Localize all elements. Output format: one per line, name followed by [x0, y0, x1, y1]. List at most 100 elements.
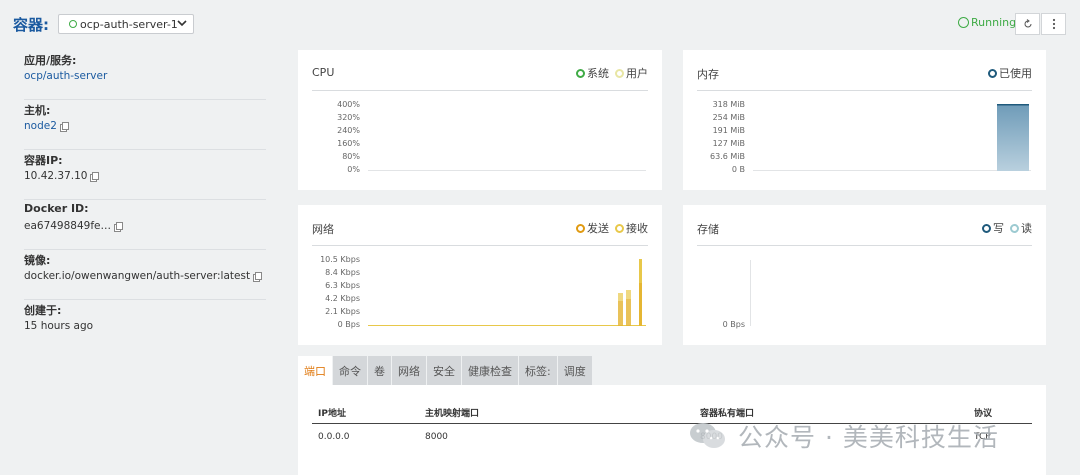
tab-1[interactable]: 命令: [333, 356, 367, 385]
page-title: 容器:: [13, 16, 49, 34]
network-legend: 发送 接收: [576, 220, 648, 236]
refresh-button[interactable]: [1015, 13, 1040, 35]
memory-card: 内存 已使用 318 MiB 254 MiB 191 MiB 127 MiB 6…: [683, 50, 1046, 190]
tab-5[interactable]: 健康检查: [462, 356, 518, 385]
more-vertical-icon: [1052, 18, 1055, 30]
info-field: 主机: node2: [24, 100, 266, 150]
cell-ip: 0.0.0.0: [318, 432, 350, 442]
copy-icon[interactable]: [59, 122, 69, 132]
legend-send-label: 发送: [587, 222, 609, 235]
info-field-value: docker.io/owenwangwen/auth-server:latest: [24, 270, 266, 282]
y-tick: 160%: [337, 139, 360, 148]
legend-read-label: 读: [1021, 222, 1032, 235]
tab-4[interactable]: 安全: [427, 356, 461, 385]
tab-6[interactable]: 标签:: [519, 356, 557, 385]
memory-baseline: [753, 170, 1031, 171]
info-field-text: docker.io/owenwangwen/auth-server:latest: [24, 270, 251, 282]
memory-legend: 已使用: [988, 65, 1032, 81]
cpu-legend: 系统 用户: [576, 65, 648, 81]
y-tick: 80%: [342, 152, 360, 161]
y-tick: 254 MiB: [712, 113, 745, 122]
page-header: 容器: ocp-auth-server-1 Running: [0, 0, 1080, 48]
tab-3[interactable]: 网络: [392, 356, 426, 385]
info-field-text: ocp/auth-server: [24, 70, 108, 82]
legend-user-icon: [615, 68, 624, 78]
y-tick: 6.3 Kbps: [325, 281, 360, 290]
container-info-sidebar: 应用/服务: ocp/auth-server 主机: node2 容器IP: 10.42.…: [24, 50, 266, 350]
y-tick: 0 Bps: [722, 320, 745, 329]
network-card-title: 网络: [312, 223, 334, 236]
y-tick: 8.4 Kbps: [325, 268, 360, 277]
copy-icon[interactable]: [253, 272, 263, 282]
legend-system-label: 系统: [587, 67, 609, 80]
network-baseline: [368, 325, 646, 326]
y-tick: 63.6 MiB: [710, 152, 745, 161]
wechat-logo-icon: [690, 423, 725, 448]
info-field-label: Docker ID:: [24, 202, 89, 215]
y-tick: 191 MiB: [712, 126, 745, 135]
legend-item-user[interactable]: 用户: [615, 65, 648, 81]
info-field-text: 10.42.37.10: [24, 170, 88, 182]
info-field-label: 应用/服务:: [24, 54, 77, 67]
legend-receive-label: 接收: [626, 222, 648, 235]
tab-2[interactable]: 卷: [368, 356, 391, 385]
running-status-icon: [958, 17, 969, 28]
column-header-host-port: 主机映射端口: [425, 409, 480, 419]
y-tick: 318 MiB: [712, 100, 745, 109]
legend-item-send[interactable]: 发送: [576, 220, 609, 236]
info-field-link[interactable]: node2: [24, 120, 266, 132]
storage-card: 存储 写 读 0 Bps: [683, 205, 1046, 345]
y-tick: 2.1 Kbps: [325, 307, 360, 316]
tab-7[interactable]: 调度: [557, 356, 592, 385]
y-tick: 0%: [347, 165, 360, 174]
container-select-value: ocp-auth-server-1: [80, 17, 178, 31]
info-field: 创建于: 15 hours ago: [24, 300, 266, 350]
cpu-baseline: [368, 170, 646, 171]
legend-write-icon: [982, 223, 991, 233]
watermark: 公众号 · 美美科技生活: [688, 418, 999, 454]
chevron-down-icon: [177, 20, 187, 27]
info-field-value: ea67498849fe…: [24, 220, 266, 232]
y-tick: 10.5 Kbps: [320, 255, 360, 264]
detail-tabs: 端口 命令卷网络 安全 健康检查 标签: 调度: [298, 356, 592, 385]
legend-item-system[interactable]: 系统: [576, 65, 609, 81]
memory-used-bar: [997, 104, 1029, 171]
copy-icon[interactable]: [114, 222, 123, 232]
info-field: 容器IP: 10.42.37.10: [24, 150, 266, 200]
column-header-ip: IP地址: [318, 409, 346, 419]
copy-icon[interactable]: [90, 172, 100, 182]
info-field-label: 镜像:: [24, 254, 51, 267]
info-field: 应用/服务: ocp/auth-server: [24, 50, 266, 100]
info-field-text: ea67498849fe…: [24, 220, 111, 232]
card-divider: [312, 245, 648, 246]
legend-item-receive[interactable]: 接收: [615, 220, 648, 236]
legend-used-label: 已使用: [999, 67, 1032, 80]
refresh-icon: [1024, 19, 1031, 28]
y-tick: 320%: [337, 113, 360, 122]
info-field-link[interactable]: ocp/auth-server: [24, 70, 266, 82]
legend-used-icon: [988, 68, 997, 78]
container-status-dot-icon: [69, 20, 77, 28]
legend-item-read[interactable]: 读: [1010, 220, 1032, 236]
y-tick: 4.2 Kbps: [325, 294, 360, 303]
info-field-label: 主机:: [24, 104, 51, 117]
storage-legend: 写 读: [982, 220, 1032, 236]
watermark-text: 公众号 · 美美科技生活: [738, 423, 999, 452]
tab-0[interactable]: 端口: [298, 356, 332, 385]
info-field-text: node2: [24, 120, 57, 132]
info-field-text: 15 hours ago: [24, 320, 94, 332]
container-select[interactable]: ocp-auth-server-1: [58, 14, 194, 34]
storage-axis: [750, 260, 751, 326]
more-actions-button[interactable]: [1041, 13, 1066, 35]
legend-item-write[interactable]: 写: [982, 220, 1004, 236]
legend-send-icon: [576, 223, 585, 233]
y-tick: 240%: [337, 126, 360, 135]
legend-write-label: 写: [993, 222, 1004, 235]
info-field-value: 10.42.37.10: [24, 170, 266, 182]
legend-user-label: 用户: [626, 67, 648, 80]
legend-item-used[interactable]: 已使用: [988, 65, 1032, 81]
cpu-card-title: CPU: [312, 66, 335, 79]
info-field: 镜像: docker.io/owenwangwen/auth-server:lat…: [24, 250, 266, 300]
status-badge: Running: [958, 16, 1016, 29]
y-tick: 0 B: [731, 165, 745, 174]
